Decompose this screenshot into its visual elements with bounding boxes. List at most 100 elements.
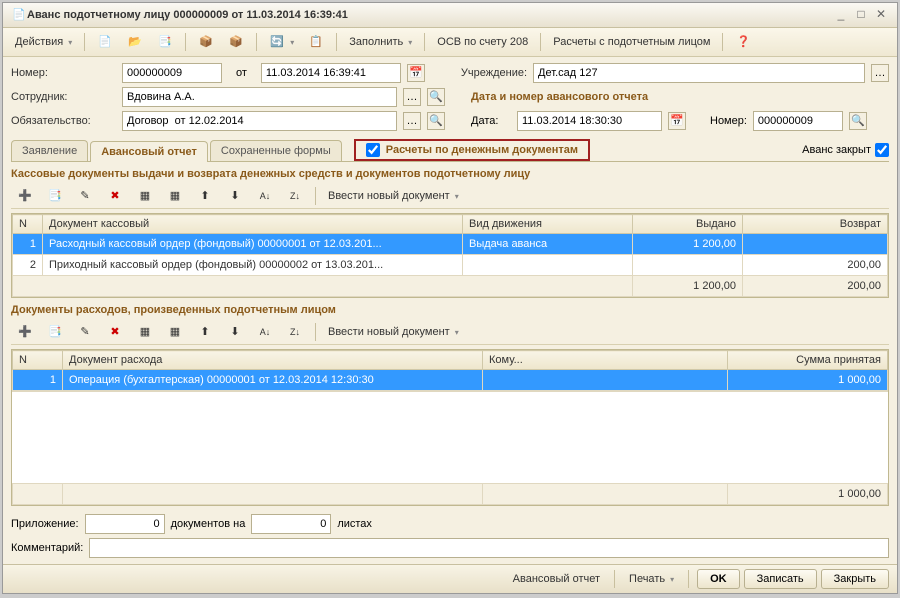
rdate-label: Дата: [471, 115, 511, 127]
tabs-bar: Заявление Авансовый отчет Сохраненные фо… [11, 139, 889, 162]
attach-sheets-input[interactable] [251, 514, 331, 534]
s2-delete-icon[interactable] [101, 322, 129, 342]
maximize-button[interactable]: □ [853, 7, 869, 23]
s2-down-icon[interactable] [221, 322, 249, 342]
table-row[interactable]: 1Расходный кассовый ордер (фондовый) 000… [13, 234, 888, 255]
number-input[interactable] [122, 63, 222, 83]
s1-sort1-icon[interactable] [251, 186, 279, 206]
rdate-picker-icon[interactable] [668, 112, 686, 130]
section2-title: Документы расходов, произведенных подотч… [11, 304, 889, 316]
cash-docs-highlight: Расчеты по денежным документам [354, 139, 590, 161]
tb-new-icon[interactable] [91, 32, 119, 52]
s1-grid2-icon[interactable] [161, 186, 189, 206]
footer-print-menu[interactable]: Печать [623, 571, 680, 587]
date-input[interactable] [261, 63, 401, 83]
date-picker-icon[interactable] [407, 64, 425, 82]
cash-docs-label: Расчеты по денежным документам [386, 144, 578, 156]
settle-button[interactable]: Расчеты с подотчетным лицом [547, 34, 716, 50]
comment-input[interactable] [89, 538, 889, 558]
tb-box1-icon[interactable] [192, 32, 220, 52]
obligation-lookup-icon[interactable] [403, 112, 421, 130]
from-label: от [236, 67, 247, 79]
s1-col-doc[interactable]: Документ кассовый [43, 215, 463, 234]
actions-menu[interactable]: Действия [9, 34, 78, 50]
close-window-button[interactable]: ✕ [873, 7, 889, 23]
s1-col-move[interactable]: Вид движения [463, 215, 633, 234]
tb-copy-icon[interactable] [151, 32, 179, 52]
org-input[interactable] [533, 63, 865, 83]
s2-col-doc[interactable]: Документ расхода [63, 351, 483, 370]
number-label: Номер: [11, 67, 116, 79]
s1-add-icon[interactable] [11, 186, 39, 206]
s2-add-icon[interactable] [11, 322, 39, 342]
s2-sort1-icon[interactable] [251, 322, 279, 342]
s1-copy-icon[interactable] [41, 186, 69, 206]
s2-totals-row: 1 000,00 [13, 484, 888, 505]
tb-list-icon[interactable] [302, 32, 330, 52]
attach-label: Приложение: [11, 518, 79, 530]
tb-open-icon[interactable] [121, 32, 149, 52]
osb-button[interactable]: ОСВ по счету 208 [431, 34, 534, 50]
footer-bar: Авансовый отчет Печать OK Записать Закры… [3, 564, 897, 593]
s1-up-icon[interactable] [191, 186, 219, 206]
tab-saved-forms[interactable]: Сохраненные формы [210, 140, 342, 161]
s2-grid2-icon[interactable] [161, 322, 189, 342]
section1-grid[interactable]: N Документ кассовый Вид движения Выдано … [11, 213, 889, 298]
tab-advance-report[interactable]: Авансовый отчет [90, 141, 208, 162]
ok-button[interactable]: OK [697, 569, 740, 589]
cash-docs-checkbox[interactable] [366, 143, 380, 157]
comment-label: Комментарий: [11, 542, 83, 554]
s1-down-icon[interactable] [221, 186, 249, 206]
s2-grid1-icon[interactable] [131, 322, 159, 342]
s1-sort2-icon[interactable] [281, 186, 309, 206]
org-lookup-icon[interactable] [871, 64, 889, 82]
section2-toolbar: Ввести новый документ [11, 320, 889, 345]
tb-box2-icon[interactable] [222, 32, 250, 52]
closed-checkbox[interactable] [875, 143, 889, 157]
obligation-search-icon[interactable] [427, 112, 445, 130]
closed-label: Аванс закрыт [802, 144, 871, 156]
s2-newdoc-menu[interactable]: Ввести новый документ [322, 324, 465, 340]
s2-edit-icon[interactable] [71, 322, 99, 342]
rnum-input[interactable] [753, 111, 843, 131]
obligation-input[interactable] [122, 111, 397, 131]
help-icon[interactable] [729, 32, 757, 52]
section2-grid[interactable]: N Документ расхода Кому... Сумма принята… [11, 349, 889, 506]
s1-totals-row: 1 200,00200,00 [13, 276, 888, 297]
employee-input[interactable] [122, 87, 397, 107]
s1-grid1-icon[interactable] [131, 186, 159, 206]
table-row[interactable]: 1Операция (бухгалтерская) 00000001 от 12… [13, 370, 888, 391]
s1-col-n[interactable]: N [13, 215, 43, 234]
fill-menu[interactable]: Заполнить [343, 34, 418, 50]
content-area: Номер: от Учреждение: Сотрудник: Дата и … [3, 57, 897, 564]
footer-report-button[interactable]: Авансовый отчет [507, 571, 606, 587]
employee-lookup-icon[interactable] [403, 88, 421, 106]
main-toolbar: Действия Заполнить ОСВ по счету 208 Расч… [3, 28, 897, 57]
s2-col-n[interactable]: N [13, 351, 63, 370]
s1-edit-icon[interactable] [71, 186, 99, 206]
attach-docs-input[interactable] [85, 514, 165, 534]
rdate-input[interactable] [517, 111, 662, 131]
s1-col-out[interactable]: Выдано [633, 215, 743, 234]
s1-newdoc-menu[interactable]: Ввести новый документ [322, 188, 465, 204]
close-button[interactable]: Закрыть [821, 569, 889, 589]
s2-up-icon[interactable] [191, 322, 219, 342]
rnum-search-icon[interactable] [849, 112, 867, 130]
employee-search-icon[interactable] [427, 88, 445, 106]
tb-reload-icon[interactable] [263, 32, 300, 52]
attach-docs-label: документов на [171, 518, 246, 530]
minimize-button[interactable]: _ [833, 7, 849, 23]
s1-delete-icon[interactable] [101, 186, 129, 206]
s2-col-who[interactable]: Кому... [483, 351, 728, 370]
save-button[interactable]: Записать [744, 569, 817, 589]
s2-copy-icon[interactable] [41, 322, 69, 342]
tab-request[interactable]: Заявление [11, 140, 88, 161]
attach-sheets-label: листах [337, 518, 372, 530]
section1-title: Кассовые документы выдачи и возврата ден… [11, 168, 889, 180]
s2-col-sum[interactable]: Сумма принятая [728, 351, 888, 370]
window-title: Аванс подотчетному лицу 000000009 от 11.… [27, 9, 829, 21]
table-row[interactable]: 2Приходный кассовый ордер (фондовый) 000… [13, 255, 888, 276]
s1-col-ret[interactable]: Возврат [743, 215, 888, 234]
s2-sort2-icon[interactable] [281, 322, 309, 342]
obligation-label: Обязательство: [11, 115, 116, 127]
